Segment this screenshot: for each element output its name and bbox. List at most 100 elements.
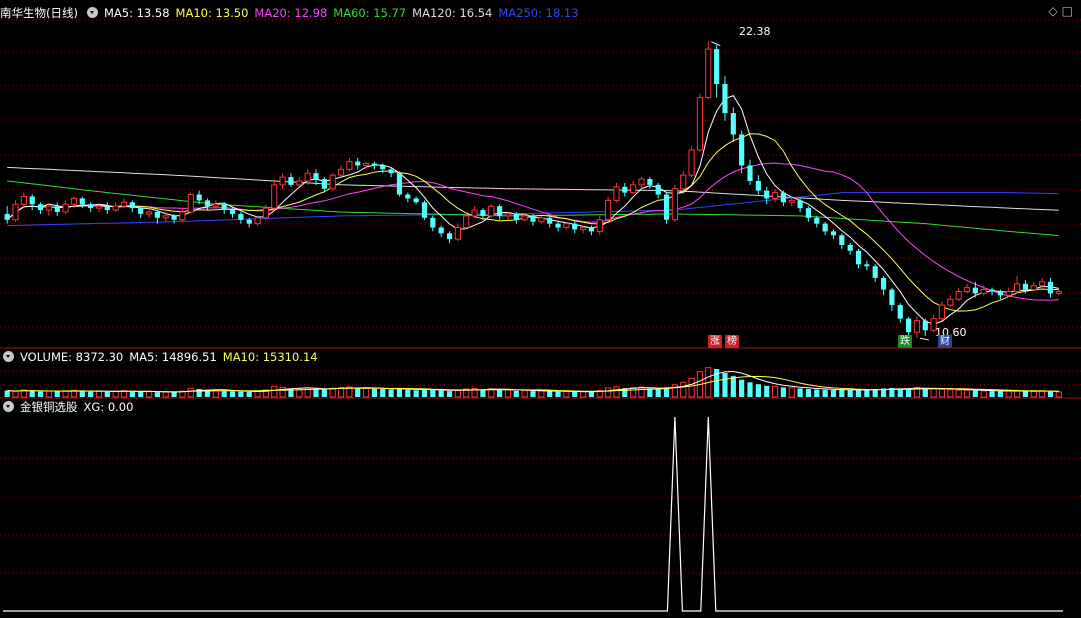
collapse-icon[interactable]: [86, 7, 98, 18]
volume-bar: [430, 390, 436, 397]
collapse-icon[interactable]: [3, 351, 14, 362]
candle: [730, 107, 736, 143]
candle-body: [906, 318, 912, 333]
stock-title[interactable]: 南华生物(日线): [0, 6, 78, 20]
marker-die-label: 跌: [900, 336, 910, 347]
volume-bar: [547, 391, 553, 397]
volume-bar: [747, 382, 753, 397]
legend-item: MA5: 14896.51: [129, 350, 217, 364]
candle-body: [889, 289, 895, 306]
candle-body: [446, 233, 453, 240]
volume-series[interactable]: [4, 367, 1062, 398]
candle: [955, 287, 962, 302]
candle: [37, 202, 44, 214]
candle-body: [897, 305, 903, 319]
candle: [262, 204, 270, 220]
candle: [405, 192, 411, 203]
marker-die[interactable]: 跌: [898, 335, 912, 348]
candle-body: [229, 210, 236, 214]
candle: [839, 233, 845, 249]
candle: [922, 318, 928, 337]
marker-bang[interactable]: 榜: [725, 335, 739, 348]
candle-body: [413, 198, 419, 203]
candle-body: [296, 180, 303, 186]
candle-body: [430, 217, 436, 228]
volume-bar: [421, 389, 428, 397]
stock-chart[interactable]: 22.38 10.60: [0, 0, 1081, 618]
candle-body: [396, 173, 403, 195]
volume-bar: [388, 389, 394, 397]
volume-bar: [788, 387, 795, 398]
volume-bar: [655, 389, 661, 397]
candle-body: [388, 169, 394, 174]
candle: [688, 146, 695, 178]
volume-bar: [805, 389, 812, 397]
candle-body: [1022, 283, 1029, 290]
candle-body: [279, 176, 286, 186]
candle-body: [20, 195, 27, 205]
candle-body: [947, 298, 954, 306]
volume-bar: [530, 391, 536, 397]
volume-bar: [513, 390, 519, 397]
volume-bar: [1030, 390, 1037, 398]
candle: [855, 248, 862, 269]
volume-bar: [579, 391, 587, 398]
volume-bar: [145, 391, 153, 398]
volume-bar: [88, 391, 94, 397]
volume-bar: [454, 390, 461, 398]
volume-bar: [855, 389, 862, 397]
candle: [947, 295, 954, 308]
candle-body: [1030, 285, 1037, 291]
candle: [1005, 287, 1012, 298]
grid-lines: [0, 19, 1081, 574]
marker-zhang[interactable]: 涨: [708, 335, 722, 348]
volume-bar: [605, 387, 612, 398]
candle: [822, 221, 828, 236]
volume-bar: [989, 391, 995, 397]
candle: [29, 194, 35, 211]
candle-body: [288, 177, 294, 185]
legend-item: MA250: 18.13: [498, 6, 579, 20]
volume-bar: [405, 389, 411, 397]
candle-body: [362, 163, 370, 166]
candle: [747, 159, 753, 185]
volume-bar: [822, 389, 828, 397]
candle-body: [504, 213, 512, 217]
volume-bar: [271, 385, 278, 398]
volume-bar: [755, 384, 761, 397]
candle: [421, 200, 428, 220]
diamond-icon[interactable]: ◇: [1048, 4, 1061, 18]
volume-bar: [12, 390, 19, 398]
candle: [897, 303, 903, 323]
volume-bar: [480, 389, 486, 397]
candle-body: [355, 161, 361, 166]
candle-body: [329, 174, 336, 190]
candle: [112, 202, 119, 212]
marker-cai[interactable]: 财: [938, 335, 952, 348]
candle-body: [755, 180, 761, 191]
candle: [847, 243, 853, 255]
volume-bar: [922, 388, 928, 397]
volume-bar: [112, 390, 119, 398]
candle: [179, 208, 186, 222]
xg-indicator-series: [3, 416, 1063, 612]
candle-body: [739, 134, 745, 166]
volume-bar: [980, 390, 987, 398]
candle-body: [805, 208, 812, 218]
candle: [438, 225, 444, 238]
low-arrow: [919, 337, 930, 341]
volume-bar: [839, 389, 845, 397]
square-icon[interactable]: □: [1062, 4, 1077, 18]
candle-body: [488, 205, 495, 217]
collapse-icon[interactable]: [3, 401, 14, 412]
indicator-title[interactable]: 金银铜选股: [20, 400, 78, 414]
indicator-legend-items: XG: 0.00: [84, 400, 140, 414]
candle: [705, 41, 712, 100]
candle-body: [463, 215, 470, 229]
candle: [279, 173, 286, 189]
candle-body: [45, 205, 52, 211]
candle: [88, 202, 94, 212]
candle: [413, 196, 419, 205]
volume-bar: [238, 391, 244, 397]
volume-bar: [739, 379, 745, 397]
